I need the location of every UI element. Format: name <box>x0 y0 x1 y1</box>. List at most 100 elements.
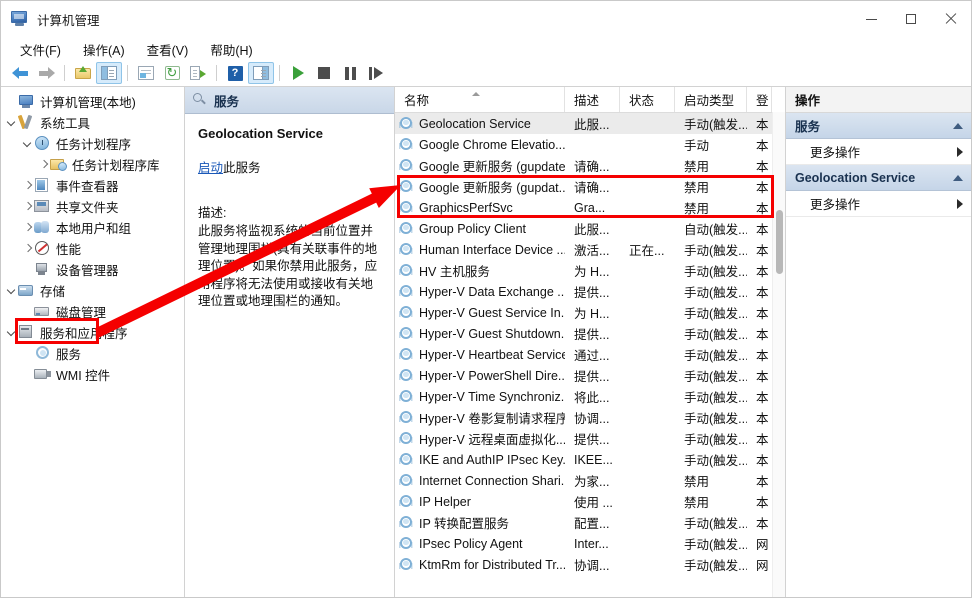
service-row[interactable]: Google 更新服务 (gupdate)请确...禁用本 <box>395 155 785 176</box>
list-vertical-scrollbar[interactable] <box>772 112 785 598</box>
service-row[interactable]: Hyper-V 远程桌面虚拟化...提供...手动(触发...本 <box>395 428 785 449</box>
start-service-link[interactable]: 启动 <box>198 161 223 175</box>
service-startup-type-cell: 手动 <box>675 135 747 154</box>
service-row[interactable]: IKE and AuthIP IPsec Key...IKEE...手动(触发.… <box>395 449 785 470</box>
show-hide-action-pane-icon <box>253 66 269 80</box>
list-scrollbar-thumb[interactable] <box>776 210 783 274</box>
tree-node-1[interactable]: 系统工具 <box>1 112 184 133</box>
service-row[interactable]: HV 主机服务为 H...手动(触发...本 <box>395 260 785 281</box>
up-one-level-button[interactable] <box>70 62 96 84</box>
chevron-down-icon[interactable] <box>5 284 18 297</box>
tree-node-6[interactable]: 本地用户和组 <box>1 217 184 238</box>
service-row[interactable]: Google 更新服务 (gupdat...请确...禁用本 <box>395 176 785 197</box>
help-button[interactable]: ? <box>222 62 248 84</box>
menu-file[interactable]: 文件(F) <box>9 38 72 61</box>
service-description-cell: 此服... <box>565 219 620 238</box>
chevron-right-icon[interactable] <box>21 179 34 192</box>
tree-node-12[interactable]: 服务 <box>1 343 184 364</box>
chevron-right-icon[interactable] <box>21 242 34 255</box>
service-name-cell: Geolocation Service <box>395 117 565 131</box>
service-description-cell: 激活... <box>565 240 620 259</box>
service-row[interactable]: Internet Connection Shari...为家...禁用本 <box>395 470 785 491</box>
service-row[interactable]: Hyper-V Guest Service In...为 H...手动(触发..… <box>395 302 785 323</box>
back-button[interactable] <box>7 62 33 84</box>
column-header-3[interactable]: 启动类型 <box>675 87 747 112</box>
service-logon-as-cell: 本 <box>747 135 772 154</box>
service-row[interactable]: Hyper-V Data Exchange ...提供...手动(触发...本 <box>395 281 785 302</box>
chevron-right-icon[interactable] <box>21 221 34 234</box>
tree-node-0[interactable]: 计算机管理(本地) <box>1 91 184 112</box>
service-row[interactable]: IP Helper使用 ...禁用本 <box>395 491 785 512</box>
menu-action[interactable]: 操作(A) <box>72 38 136 61</box>
tree-node-label: 事件查看器 <box>55 176 119 195</box>
tree-node-3[interactable]: 任务计划程序库 <box>1 154 184 175</box>
show-hide-tree-button[interactable] <box>96 62 122 84</box>
actions-group-services-label: 服务 <box>795 116 953 135</box>
service-name-cell: HV 主机服务 <box>395 261 565 280</box>
tree-node-4[interactable]: 事件查看器 <box>1 175 184 196</box>
chevron-right-icon[interactable] <box>37 158 50 171</box>
stop-service-button[interactable] <box>311 62 337 84</box>
service-row[interactable]: Google Chrome Elevatio...手动本 <box>395 134 785 155</box>
actions-group-services[interactable]: 服务 <box>786 113 971 139</box>
tree-node-label: WMI 控件 <box>55 365 110 384</box>
close-button[interactable] <box>931 1 971 37</box>
export-list-button[interactable] <box>185 62 211 84</box>
service-row[interactable]: Hyper-V Guest Shutdown...提供...手动(触发...本 <box>395 323 785 344</box>
tree-node-10[interactable]: 磁盘管理 <box>1 301 184 322</box>
minimize-button[interactable] <box>851 1 891 37</box>
tree-node-13[interactable]: WMI 控件 <box>1 364 184 385</box>
tree-node-11[interactable]: 服务和应用程序 <box>1 322 184 343</box>
show-hide-action-pane-button[interactable] <box>248 62 274 84</box>
service-logon-as-cell: 本 <box>747 198 772 217</box>
actions-more-actions-services[interactable]: 更多操作 <box>786 139 971 165</box>
tree-node-8[interactable]: 设备管理器 <box>1 259 184 280</box>
service-row[interactable]: Hyper-V Heartbeat Service通过...手动(触发...本 <box>395 344 785 365</box>
actions-more-actions-geolocation[interactable]: 更多操作 <box>786 191 971 217</box>
service-row[interactable]: Hyper-V PowerShell Dire...提供...手动(触发...本 <box>395 365 785 386</box>
service-logon-as-cell: 本 <box>747 240 772 259</box>
service-logon-as-cell: 本 <box>747 513 772 532</box>
actions-group-geolocation[interactable]: Geolocation Service <box>786 165 971 191</box>
service-row[interactable]: IPsec Policy AgentInter...手动(触发...网 <box>395 533 785 554</box>
service-row[interactable]: GraphicsPerfSvcGra...禁用本 <box>395 197 785 218</box>
service-row[interactable]: IP 转换配置服务配置...手动(触发...本 <box>395 512 785 533</box>
wmi-control-icon <box>34 367 51 382</box>
service-logon-as-cell: 本 <box>747 156 772 175</box>
chevron-down-icon[interactable] <box>5 116 18 129</box>
service-gear-icon <box>399 201 414 215</box>
menu-view[interactable]: 查看(V) <box>136 38 200 61</box>
tree-node-2[interactable]: 任务计划程序 <box>1 133 184 154</box>
maximize-button[interactable] <box>891 1 931 37</box>
service-startup-type-cell: 禁用 <box>675 198 747 217</box>
service-row[interactable]: Group Policy Client此服...自动(触发...本 <box>395 218 785 239</box>
column-header-2[interactable]: 状态 <box>620 87 675 112</box>
refresh-button[interactable] <box>159 62 185 84</box>
service-name-text: IPsec Policy Agent <box>419 537 523 551</box>
chevron-right-icon[interactable] <box>21 200 34 213</box>
service-logon-as-cell: 本 <box>747 261 772 280</box>
service-row[interactable]: Hyper-V Time Synchroniz...将此...手动(触发...本 <box>395 386 785 407</box>
tree-spacer <box>5 95 18 108</box>
tree-node-7[interactable]: 性能 <box>1 238 184 259</box>
start-service-button[interactable] <box>285 62 311 84</box>
properties-button[interactable] <box>133 62 159 84</box>
column-header-1[interactable]: 描述 <box>565 87 620 112</box>
computer-icon <box>18 94 35 109</box>
column-header-0[interactable]: 名称 <box>395 87 565 112</box>
performance-icon <box>34 241 51 256</box>
chevron-down-icon[interactable] <box>21 137 34 150</box>
column-header-4[interactable]: 登 <box>747 87 772 112</box>
menu-help[interactable]: 帮助(H) <box>199 38 263 61</box>
service-row[interactable]: Hyper-V 卷影复制请求程序协调...手动(触发...本 <box>395 407 785 428</box>
chevron-down-icon[interactable] <box>5 326 18 339</box>
restart-service-button[interactable] <box>363 62 389 84</box>
service-startup-type-cell: 手动(触发... <box>675 408 747 427</box>
tree-node-9[interactable]: 存储 <box>1 280 184 301</box>
service-row[interactable]: KtmRm for Distributed Tr...协调...手动(触发...… <box>395 554 785 575</box>
tree-node-5[interactable]: 共享文件夹 <box>1 196 184 217</box>
service-row[interactable]: Human Interface Device ...激活...正在...手动(触… <box>395 239 785 260</box>
forward-button[interactable] <box>33 62 59 84</box>
service-row[interactable]: Geolocation Service此服...手动(触发...本 <box>395 113 785 134</box>
pause-service-button[interactable] <box>337 62 363 84</box>
